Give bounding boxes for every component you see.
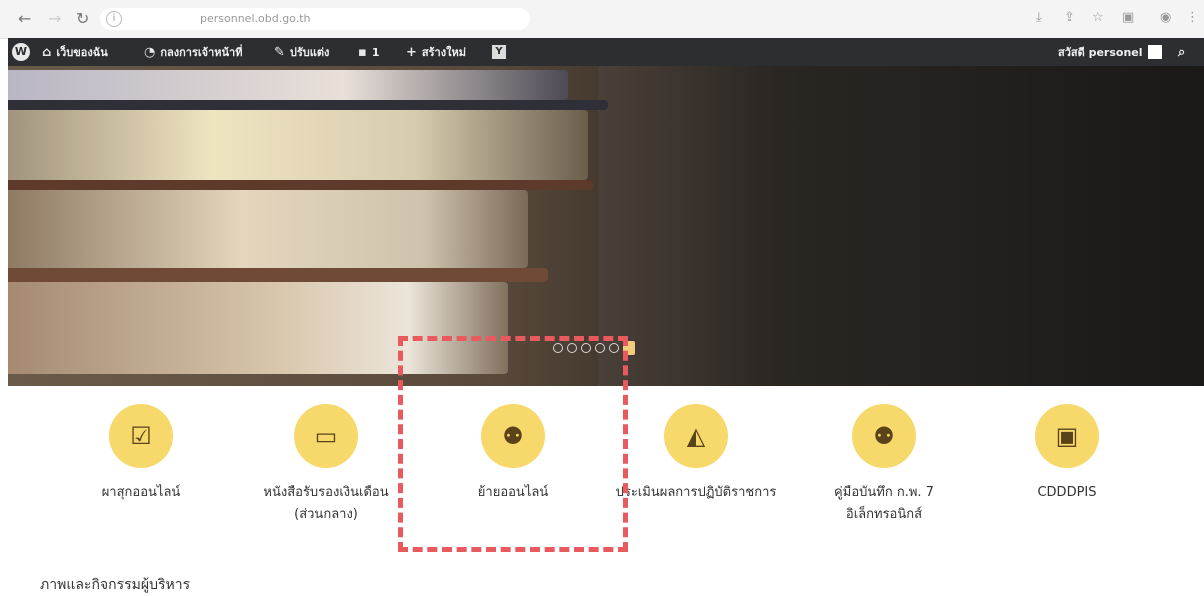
wordpress-logo-icon: W (12, 43, 30, 61)
book-image (8, 110, 588, 180)
menu-icon-circle: ▣ (1035, 404, 1099, 468)
menu-icon-circle: ⚉ (852, 404, 916, 468)
download-icon[interactable]: ⤓ (1036, 10, 1042, 25)
menu-item-label: ผาสุกออนไลน์ (101, 485, 181, 500)
section-title: ภาพและกิจกรรมผู้บริหาร (40, 577, 191, 593)
menu-item-label: หนังสือรับรองเงินเดือน (ส่วนกลาง) (236, 482, 416, 526)
address-bar[interactable]: i personnel.obd.go.th (100, 8, 530, 30)
menu-item-label-line1: หนังสือรับรองเงินเดือน (263, 485, 389, 500)
extensions-icon[interactable]: ▣ (1122, 10, 1134, 25)
browser-toolbar: ← → ↻ i personnel.obd.go.th ⤓ ⇪ ☆ ▣ ◉ ⋮ (0, 0, 1204, 39)
search-menu[interactable]: ⌕ (1178, 38, 1185, 66)
book-image (8, 70, 568, 100)
money-icon: ▭ (314, 422, 338, 450)
dashboard-menu[interactable]: ◔ กลงการเจ้าหน้าที่ (144, 38, 242, 66)
menu-item-label-line2: อิเล็กทรอนิกส์ (845, 507, 923, 522)
menu-dots-icon[interactable]: ⋮ (1186, 10, 1199, 25)
menu-item-cdddpis[interactable]: ▣ CDDDPIS (977, 404, 1157, 504)
forward-arrow-icon[interactable]: → (48, 9, 61, 29)
account-menu[interactable]: สวัสดี personel (1058, 38, 1162, 66)
profile-icon[interactable]: ◉ (1160, 10, 1171, 25)
bookmark-star-icon[interactable]: ☆ (1092, 10, 1104, 25)
my-site-label: เว็บของฉัน (56, 46, 108, 59)
dashboard-label: กลงการเจ้าหน้าที่ (160, 46, 243, 59)
menu-item-label-line1: คู่มือบันทึก ก.พ. 7 (834, 485, 934, 500)
book-image (8, 100, 608, 110)
home-icon: ⌂ (42, 44, 52, 60)
slideshare-icon: ▣ (1055, 422, 1079, 450)
wp-admin-bar: W ⌂ เว็บของฉัน ◔ กลงการเจ้าหน้าที่ ✎ ปรั… (8, 38, 1204, 66)
customize-menu[interactable]: ✎ ปรับแต่ง (274, 38, 329, 66)
menu-icon-circle: ◭ (664, 404, 728, 468)
menu-item-performance-evaluation[interactable]: ◭ ประเมินผลการปฏิบัติราชการ (606, 404, 786, 504)
menu-item-label-line2: (ส่วนกลาง) (294, 507, 358, 522)
reload-icon[interactable]: ↻ (76, 9, 89, 29)
search-icon: ⌕ (1178, 44, 1186, 60)
hero-background (598, 66, 1204, 386)
users-icon: ⚉ (873, 422, 895, 450)
new-content-menu[interactable]: + สร้างใหม่ (406, 38, 466, 66)
greeting-label: สวัสดี personel (1058, 46, 1143, 59)
menu-item-salary-certificate[interactable]: ▭ หนังสือรับรองเงินเดือน (ส่วนกลาง) (236, 404, 416, 526)
new-content-label: สร้างใหม่ (421, 46, 466, 59)
menu-item-label: CDDDPIS (1037, 485, 1097, 500)
book-image (8, 180, 593, 190)
menu-item-kp7-manual[interactable]: ⚉ คู่มือบันทึก ก.พ. 7 อิเล็กทรอนิกส์ (794, 404, 974, 526)
wp-logo-menu[interactable]: W (12, 38, 30, 66)
menu-icon-circle: ☑ (109, 404, 173, 468)
yoast-menu[interactable]: Y (492, 38, 506, 66)
dashboard-icon: ◔ (144, 44, 156, 60)
highlight-annotation-box (398, 336, 628, 552)
menu-icon-circle: ▭ (294, 404, 358, 468)
menu-item-label: ประเมินผลการปฏิบัติราชการ (615, 485, 777, 500)
comments-menu[interactable]: ▪ 1 (358, 38, 379, 66)
area-chart-icon: ◭ (686, 422, 706, 450)
menu-item-label: คู่มือบันทึก ก.พ. 7 อิเล็กทรอนิกส์ (794, 482, 974, 526)
comments-count: 1 (371, 45, 380, 59)
menu-item-phasuk-online[interactable]: ☑ ผาสุกออนไลน์ (51, 404, 231, 504)
url-text: personnel.obd.go.th (200, 12, 311, 25)
book-image (8, 268, 548, 282)
plus-icon: + (406, 44, 417, 60)
yoast-seo-icon: Y (492, 45, 506, 59)
brush-icon: ✎ (274, 44, 285, 60)
comment-icon: ▪ (358, 44, 367, 60)
share-icon[interactable]: ⇪ (1064, 10, 1075, 25)
my-site-menu[interactable]: ⌂ เว็บของฉัน (42, 38, 108, 66)
customize-label: ปรับแต่ง (289, 46, 330, 59)
avatar (1147, 45, 1162, 59)
book-image (8, 190, 528, 268)
back-arrow-icon[interactable]: ← (18, 9, 31, 29)
calendar-check-icon: ☑ (130, 422, 152, 450)
info-icon[interactable]: i (106, 11, 122, 27)
